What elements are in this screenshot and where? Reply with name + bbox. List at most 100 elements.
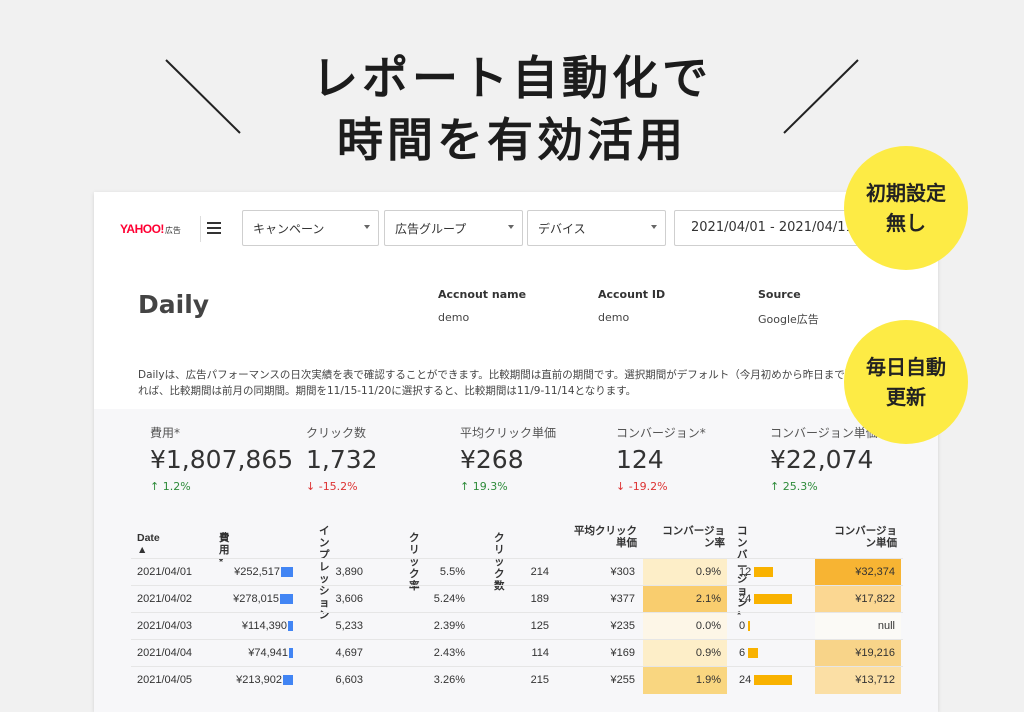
- kpi-value: 1,732: [306, 445, 378, 474]
- arrow-up-icon: ↑: [460, 480, 470, 493]
- kpi-label: 平均クリック単価: [460, 426, 557, 440]
- kpi-label: コンバージョン*: [616, 426, 706, 440]
- table-row: 2021/04/03 ¥114,390 5,233 2.39% 125 ¥235 0.0% 0…: [131, 612, 903, 640]
- cell-cvr: 0.9%: [643, 559, 727, 586]
- kpi-card: コンバージョン* 124 ↓ -19.2%: [616, 424, 706, 493]
- campaign-dropdown[interactable]: キャンペーン: [242, 210, 379, 246]
- cell-cpa: ¥17,822: [815, 586, 901, 613]
- campaign-dropdown-label: キャンペーン: [253, 222, 325, 236]
- cell-conversions-value: 12: [739, 566, 752, 578]
- account-id-label: Account ID: [598, 288, 666, 301]
- cell-impressions: 3,606: [335, 593, 363, 605]
- badge-daily-update-line2: 更新: [886, 385, 926, 409]
- th-cvr[interactable]: コンバージョ ン率: [653, 525, 725, 549]
- kpi-change-value: 19.3%: [472, 480, 508, 493]
- cell-date: 2021/04/03: [137, 620, 193, 632]
- kpi-change: ↓ -19.2%: [616, 480, 706, 493]
- kpi-value: ¥1,807,865: [150, 445, 294, 474]
- cell-cost-value: ¥278,015: [233, 593, 279, 605]
- th-cvr-line2: ン率: [704, 537, 725, 549]
- cell-cost: ¥213,902: [201, 667, 293, 694]
- arrow-down-icon: ↓: [306, 480, 316, 493]
- cell-conversions: 6: [739, 640, 809, 667]
- th-cpc-line2: 単価: [616, 537, 637, 549]
- conversions-bar: [748, 621, 751, 632]
- kpi-change-value: -19.2%: [628, 480, 668, 493]
- adgroup-dropdown[interactable]: 広告グループ: [384, 210, 523, 246]
- th-cpa-line2: ン単価: [865, 537, 898, 549]
- cell-conversions: 0: [739, 613, 809, 640]
- conversions-bar: [748, 648, 759, 659]
- cell-cpa: ¥19,216: [815, 640, 901, 667]
- cell-cost-value: ¥213,902: [236, 674, 282, 686]
- adgroup-dropdown-label: 広告グループ: [395, 222, 467, 236]
- cell-ctr: 5.5%: [439, 566, 465, 578]
- cell-impressions: 5,233: [335, 620, 363, 632]
- cell-impressions: 6,603: [335, 674, 363, 686]
- kpi-value: ¥268: [460, 445, 524, 474]
- th-cpc[interactable]: 平均クリック 単価: [569, 525, 637, 549]
- logo-sub: 広告: [164, 226, 181, 235]
- conversions-bar: [754, 567, 774, 578]
- table-row: 2021/04/05 ¥213,902 6,603 3.26% 215 ¥255 1.9% 2…: [131, 666, 903, 694]
- conversions-bar: [754, 675, 793, 686]
- account-name-value: demo: [438, 311, 470, 324]
- th-cpa[interactable]: コンバージョ ン単価: [817, 525, 897, 549]
- cell-clicks: 214: [530, 566, 549, 578]
- kpi-change: ↑ 19.3%: [460, 480, 556, 493]
- table-row: 2021/04/01 ¥252,517 3,890 5.5% 214 ¥303 0.9% 12…: [131, 558, 903, 586]
- cost-bar: [281, 567, 293, 578]
- cell-cost-value: ¥74,941: [248, 647, 288, 659]
- arrow-up-icon: ↑: [770, 480, 780, 493]
- th-cvr-line1: コンバージョ: [662, 525, 725, 537]
- cell-ctr: 2.39%: [433, 620, 465, 632]
- cell-cpa: ¥13,712: [815, 667, 901, 694]
- cell-date: 2021/04/05: [137, 674, 193, 686]
- kpi-value: 124: [616, 445, 664, 474]
- kpi-card: クリック数 1,732 ↓ -15.2%: [306, 424, 378, 493]
- cell-clicks: 215: [530, 674, 549, 686]
- logo-divider: [200, 216, 201, 242]
- cell-cpc: ¥303: [610, 566, 635, 578]
- cell-impressions: 4,697: [335, 647, 363, 659]
- kpi-label: 費用*: [150, 426, 181, 440]
- cell-cost-value: ¥252,517: [234, 566, 280, 578]
- cell-conversions: 12: [739, 559, 809, 586]
- cost-bar: [283, 675, 293, 686]
- kpi-change: ↑ 25.3%: [770, 480, 878, 493]
- chevron-down-icon: [508, 225, 514, 229]
- account-name-label: Accnout name: [438, 288, 527, 301]
- kpi-label: コンバージョン単価: [770, 426, 878, 440]
- cell-clicks: 125: [530, 620, 549, 632]
- conversions-bar: [754, 594, 793, 605]
- cell-conversions-value: 6: [739, 647, 746, 659]
- cell-ctr: 5.24%: [433, 593, 465, 605]
- kpi-change-value: 25.3%: [782, 480, 818, 493]
- kpi-card: 平均クリック単価 ¥268 ↑ 19.3%: [460, 424, 556, 493]
- cell-conversions-value: 24: [739, 674, 752, 686]
- badge-no-setup: 初期設定 無し: [844, 146, 968, 270]
- menu-icon[interactable]: [207, 222, 221, 236]
- source-label: Source: [758, 288, 801, 301]
- cell-cost: ¥252,517: [201, 559, 293, 586]
- cost-bar: [289, 648, 293, 659]
- th-cpc-line1: 平均クリック: [574, 525, 637, 537]
- cell-cost: ¥74,941: [201, 640, 293, 667]
- account-id-value: demo: [598, 311, 630, 324]
- source-value: Google広告: [758, 313, 819, 326]
- kpi-change-value: -15.2%: [318, 480, 358, 493]
- cell-cpa: ¥32,374: [815, 559, 901, 586]
- report-card: YAHOO!広告 キャンペーン 広告グループ デバイス 2021/04/01 -…: [94, 192, 938, 712]
- kpi-card: コンバージョン単価 ¥22,074 ↑ 25.3%: [770, 424, 878, 493]
- cell-date: 2021/04/01: [137, 566, 193, 578]
- cell-cost: ¥114,390: [201, 613, 293, 640]
- cell-conversions-value: 0: [739, 620, 746, 632]
- cell-cpa: null: [815, 613, 901, 640]
- arrow-down-icon: ↓: [616, 480, 626, 493]
- th-date[interactable]: Date ▲: [137, 532, 160, 556]
- cell-ctr: 3.26%: [433, 674, 465, 686]
- cell-conversions: 24: [739, 667, 809, 694]
- device-dropdown[interactable]: デバイス: [527, 210, 666, 246]
- badge-daily-update-line1: 毎日自動: [866, 355, 946, 379]
- cell-ctr: 2.43%: [433, 647, 465, 659]
